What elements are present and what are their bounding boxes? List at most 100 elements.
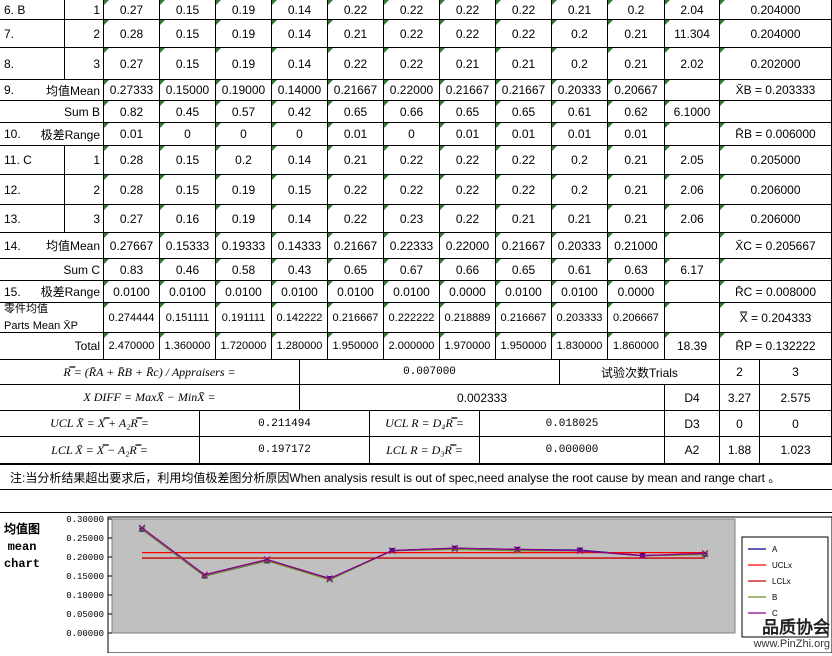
value-cell[interactable]: 0.19000 <box>216 80 272 101</box>
value-cell[interactable]: 0.21 <box>608 146 665 175</box>
value-cell[interactable]: 0.62 <box>608 101 665 123</box>
value-cell[interactable]: 0.22 <box>384 48 440 80</box>
value-cell[interactable]: 0.14 <box>272 48 328 80</box>
value-cell[interactable]: 0.21667 <box>496 233 552 259</box>
value-cell[interactable]: 0.15 <box>272 175 328 205</box>
value-cell[interactable]: 0.191111 <box>216 303 272 333</box>
value-cell[interactable]: 0.61 <box>552 101 608 123</box>
value-cell[interactable]: 0.2 <box>552 175 608 205</box>
value-cell[interactable]: 1.360000 <box>160 333 216 360</box>
value-cell[interactable]: 0.14 <box>272 205 328 233</box>
value-cell[interactable]: 0.01 <box>608 123 665 146</box>
value-cell[interactable]: 0.2 <box>216 146 272 175</box>
value-cell[interactable]: 2.470000 <box>104 333 160 360</box>
value-cell[interactable]: 0.01 <box>104 123 160 146</box>
value-cell[interactable]: 0.21667 <box>440 80 496 101</box>
value-cell[interactable]: 1.830000 <box>552 333 608 360</box>
value-cell[interactable]: 0.22 <box>440 0 496 20</box>
value-cell[interactable]: 0.43 <box>272 259 328 281</box>
value-cell[interactable]: 2.000000 <box>384 333 440 360</box>
value-cell[interactable]: 0.21 <box>608 20 665 48</box>
value-cell[interactable]: 0.42 <box>272 101 328 123</box>
value-cell[interactable]: 0.22333 <box>384 233 440 259</box>
value-cell[interactable]: 0.151111 <box>160 303 216 333</box>
value-cell[interactable]: 0.45 <box>160 101 216 123</box>
value-cell[interactable]: 0.19 <box>216 175 272 205</box>
value-cell[interactable]: 0.0100 <box>104 281 160 303</box>
value-cell[interactable]: 0.2 <box>552 48 608 80</box>
value-cell[interactable]: 0.15 <box>160 20 216 48</box>
value-cell[interactable]: 0.21 <box>608 48 665 80</box>
value-cell[interactable]: 0.83 <box>104 259 160 281</box>
value-cell[interactable]: 0.22 <box>440 20 496 48</box>
value-cell[interactable]: 0.27333 <box>104 80 160 101</box>
value-cell[interactable]: 0.22 <box>440 175 496 205</box>
value-cell[interactable]: 0.22 <box>496 20 552 48</box>
value-cell[interactable]: 0.22 <box>328 48 384 80</box>
value-cell[interactable]: 0.15 <box>160 175 216 205</box>
value-cell[interactable]: 0.27667 <box>104 233 160 259</box>
value-cell[interactable]: 1.950000 <box>328 333 384 360</box>
value-cell[interactable]: 0.23 <box>384 205 440 233</box>
value-cell[interactable]: 0.57 <box>216 101 272 123</box>
value-cell[interactable]: 0.142222 <box>272 303 328 333</box>
value-cell[interactable]: 0.14000 <box>272 80 328 101</box>
value-cell[interactable]: 0.21000 <box>608 233 665 259</box>
value-cell[interactable]: 0.21667 <box>496 80 552 101</box>
value-cell[interactable]: 0.0000 <box>608 281 665 303</box>
value-cell[interactable]: 0.65 <box>496 101 552 123</box>
value-cell[interactable]: 0.28 <box>104 20 160 48</box>
value-cell[interactable]: 0.2 <box>552 146 608 175</box>
value-cell[interactable]: 0.19 <box>216 0 272 20</box>
value-cell[interactable]: 0.20333 <box>552 80 608 101</box>
value-cell[interactable]: 0.21 <box>496 205 552 233</box>
value-cell[interactable]: 0.216667 <box>328 303 384 333</box>
value-cell[interactable]: 1.720000 <box>216 333 272 360</box>
value-cell[interactable]: 0.14 <box>272 0 328 20</box>
value-cell[interactable]: 0.218889 <box>440 303 496 333</box>
value-cell[interactable]: 0.0100 <box>552 281 608 303</box>
value-cell[interactable]: 0.21 <box>552 0 608 20</box>
value-cell[interactable]: 0.21 <box>608 175 665 205</box>
value-cell[interactable]: 0.65 <box>440 101 496 123</box>
value-cell[interactable]: 1.860000 <box>608 333 665 360</box>
value-cell[interactable]: 0.28 <box>104 175 160 205</box>
value-cell[interactable]: 0.66 <box>384 101 440 123</box>
value-cell[interactable]: 0.22 <box>496 146 552 175</box>
value-cell[interactable]: 0.15 <box>160 146 216 175</box>
value-cell[interactable]: 0.22 <box>440 146 496 175</box>
value-cell[interactable]: 0.14 <box>272 20 328 48</box>
value-cell[interactable]: 0.46 <box>160 259 216 281</box>
value-cell[interactable]: 0.22000 <box>384 80 440 101</box>
value-cell[interactable]: 0.22 <box>496 175 552 205</box>
value-cell[interactable]: 1.950000 <box>496 333 552 360</box>
value-cell[interactable]: 0.0100 <box>384 281 440 303</box>
value-cell[interactable]: 0.01 <box>496 123 552 146</box>
value-cell[interactable]: 0.66 <box>440 259 496 281</box>
value-cell[interactable]: 0.22 <box>496 0 552 20</box>
value-cell[interactable]: 0.63 <box>608 259 665 281</box>
value-cell[interactable]: 0.15 <box>160 0 216 20</box>
value-cell[interactable]: 0.222222 <box>384 303 440 333</box>
value-cell[interactable]: 0.203333 <box>552 303 608 333</box>
value-cell[interactable]: 0.22 <box>384 175 440 205</box>
value-cell[interactable]: 0.0100 <box>272 281 328 303</box>
value-cell[interactable]: 0.2 <box>552 20 608 48</box>
value-cell[interactable]: 0.21667 <box>328 80 384 101</box>
value-cell[interactable]: 0.65 <box>496 259 552 281</box>
value-cell[interactable]: 0.21 <box>496 48 552 80</box>
value-cell[interactable]: 0.22 <box>384 0 440 20</box>
value-cell[interactable]: 0.0000 <box>440 281 496 303</box>
value-cell[interactable]: 0.27 <box>104 48 160 80</box>
value-cell[interactable]: 0.65 <box>328 101 384 123</box>
value-cell[interactable]: 0.21 <box>440 48 496 80</box>
value-cell[interactable]: 0.21 <box>552 205 608 233</box>
value-cell[interactable]: 0.216667 <box>496 303 552 333</box>
value-cell[interactable]: 0.16 <box>160 205 216 233</box>
value-cell[interactable]: 0.0100 <box>496 281 552 303</box>
value-cell[interactable]: 1.970000 <box>440 333 496 360</box>
value-cell[interactable]: 0.22 <box>384 146 440 175</box>
value-cell[interactable]: 0.14 <box>272 146 328 175</box>
value-cell[interactable]: 0.19 <box>216 48 272 80</box>
value-cell[interactable]: 0.2 <box>608 0 665 20</box>
